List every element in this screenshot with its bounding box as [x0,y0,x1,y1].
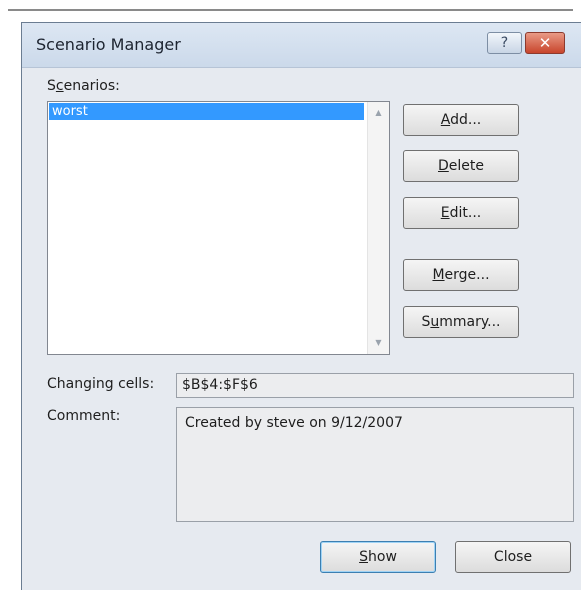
title-close-button[interactable]: ✕ [525,32,565,54]
list-item[interactable]: worst [49,103,364,120]
scroll-down-icon[interactable]: ▼ [368,334,389,352]
add-button[interactable]: Add... [403,104,519,136]
merge-button[interactable]: Merge... [403,259,519,291]
help-button[interactable]: ? [487,32,522,54]
changing-cells-label: Changing cells: [47,376,155,392]
dialog-title: Scenario Manager [36,35,181,54]
comment-field[interactable]: Created by steve on 9/12/2007 [176,407,574,522]
delete-button[interactable]: Delete [403,150,519,182]
listbox-scrollbar[interactable]: ▲ ▼ [367,102,389,354]
top-divider [8,9,573,11]
help-icon: ? [500,35,509,51]
show-button[interactable]: Show [320,541,436,573]
scenarios-label: Scenarios: [47,78,120,94]
scroll-up-icon[interactable]: ▲ [368,104,389,122]
scenarios-listbox[interactable]: worst ▲ ▼ [47,101,390,355]
close-icon: ✕ [538,34,552,52]
edit-button[interactable]: Edit... [403,197,519,229]
changing-cells-field[interactable]: $B$4:$F$6 [176,373,574,398]
scenario-manager-dialog: Scenario Manager ? ✕ Scenarios: worst ▲ … [21,22,581,590]
comment-label: Comment: [47,408,121,424]
title-bar[interactable]: Scenario Manager ? ✕ [22,23,581,68]
close-button[interactable]: Close [455,541,571,573]
summary-button[interactable]: Summary... [403,306,519,338]
page: Scenario Manager ? ✕ Scenarios: worst ▲ … [0,0,581,590]
dialog-body: Scenarios: worst ▲ ▼ Add... Delete Edit.… [22,68,581,590]
